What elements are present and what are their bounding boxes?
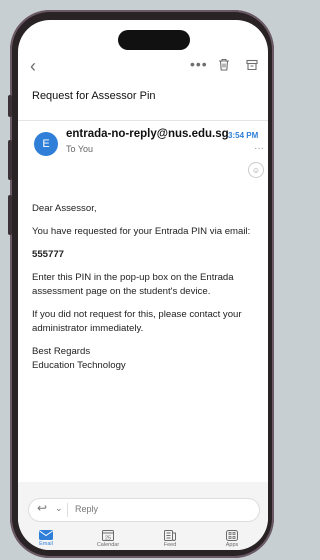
body-line-2: Enter this PIN in the pop-up box on the …	[32, 272, 234, 297]
reply-separator	[67, 503, 68, 517]
tab-apps-label: Apps	[225, 542, 239, 548]
reaction-icon[interactable]: ☺	[248, 162, 264, 178]
dynamic-island	[118, 30, 190, 50]
avatar[interactable]: E	[34, 132, 58, 156]
chevron-down-icon[interactable]: ⌄	[55, 503, 63, 514]
signoff-2: Education Technology	[32, 360, 126, 371]
tab-email-label: Email	[39, 541, 53, 547]
mail-icon	[39, 530, 53, 540]
apps-icon	[226, 530, 238, 541]
email-body: Dear Assessor, You have requested for yo…	[32, 202, 260, 382]
message-more-icon[interactable]: ···	[254, 143, 264, 154]
body-line-1: You have requested for your Entrada PIN …	[32, 226, 251, 237]
reply-label: Reply	[75, 504, 99, 514]
calendar-icon: 25	[102, 530, 114, 541]
back-icon[interactable]: ‹	[30, 56, 36, 77]
tab-feed-label: Feed	[163, 542, 177, 548]
bottom-panel: ↩ ⌄ Reply Email 25 Calendar Feed Apps	[18, 482, 268, 550]
reply-button[interactable]: ↩ ⌄ Reply	[28, 498, 260, 522]
greeting: Dear Assessor,	[32, 203, 97, 214]
recipient-label: To You	[66, 144, 94, 154]
pin-value: 555777	[32, 249, 65, 260]
side-button-left-3	[8, 195, 12, 235]
tab-calendar-label: Calendar	[96, 542, 120, 548]
more-icon[interactable]: •••	[190, 56, 208, 72]
archive-icon[interactable]	[246, 58, 258, 76]
trash-icon[interactable]	[218, 58, 230, 76]
reply-arrow-icon: ↩	[37, 501, 48, 515]
sender-address[interactable]: entrada-no-reply@nus.edu.sg	[66, 128, 229, 140]
side-button-left	[8, 95, 12, 117]
tab-feed[interactable]: Feed	[146, 530, 194, 548]
screen: ‹ ••• Request for Assessor Pin E entrada…	[18, 20, 268, 550]
signoff-1: Best Regards	[32, 346, 91, 357]
body-line-3: If you did not request for this, please …	[32, 309, 242, 334]
divider	[18, 120, 268, 121]
calendar-day: 25	[105, 535, 111, 541]
feed-icon	[164, 530, 176, 541]
email-time: 3:54 PM	[228, 131, 259, 140]
side-button-left-2	[8, 140, 12, 180]
tab-email[interactable]: Email	[22, 530, 70, 547]
toolbar: ‹ •••	[18, 54, 268, 76]
email-subject: Request for Assessor Pin	[32, 90, 156, 102]
tab-apps[interactable]: Apps	[208, 530, 256, 548]
tab-bar: Email 25 Calendar Feed Apps	[18, 530, 268, 550]
tab-calendar[interactable]: 25 Calendar	[84, 530, 132, 548]
